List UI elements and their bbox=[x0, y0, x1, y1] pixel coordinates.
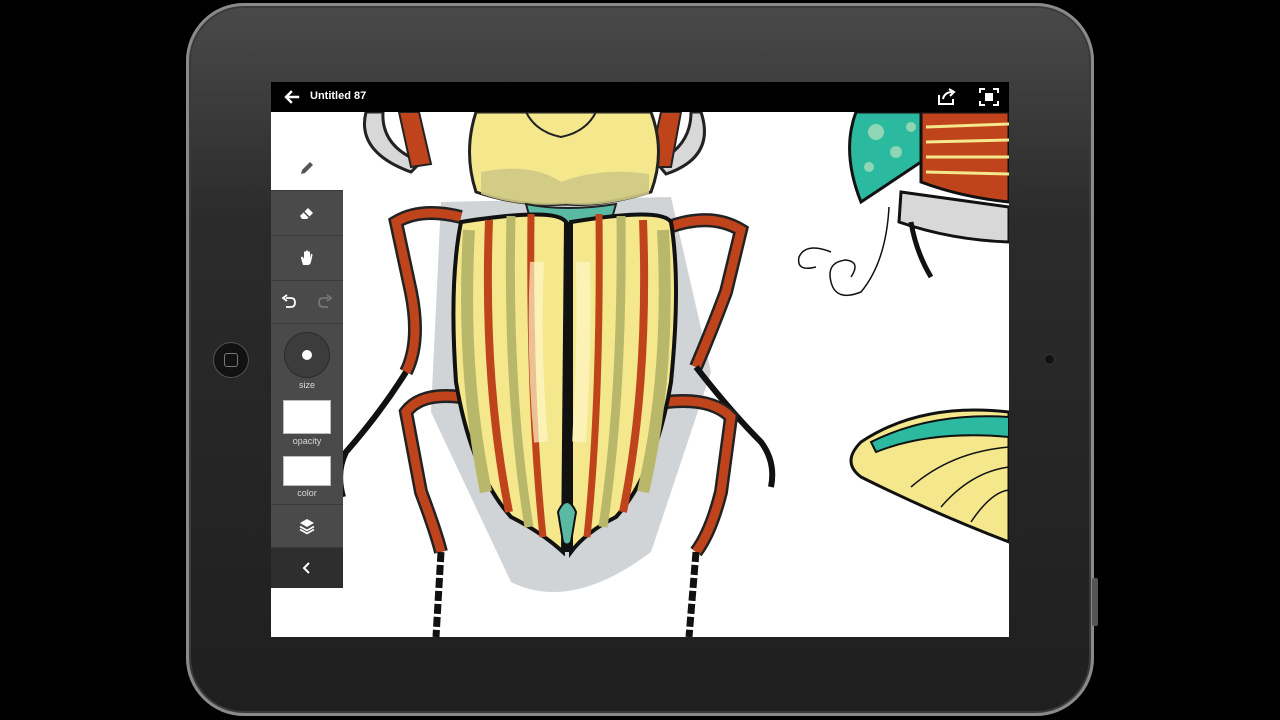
opacity-label: opacity bbox=[292, 436, 322, 446]
redo-button[interactable] bbox=[307, 281, 343, 323]
eraser-tool-button[interactable] bbox=[271, 190, 343, 235]
size-label: size bbox=[298, 380, 315, 390]
collapse-toolbar-button[interactable] bbox=[271, 547, 343, 588]
app-screen: Untitled 87 size opacity color bbox=[271, 82, 1009, 637]
side-button bbox=[1092, 578, 1098, 626]
fullscreen-icon[interactable] bbox=[979, 88, 999, 106]
color-control: color bbox=[271, 452, 343, 504]
top-bar: Untitled 87 bbox=[271, 82, 1009, 112]
undo-button[interactable] bbox=[271, 281, 307, 323]
camera-icon bbox=[1045, 355, 1054, 364]
size-control: size bbox=[271, 323, 343, 396]
hand-icon bbox=[301, 250, 313, 265]
hand-tool-button[interactable] bbox=[271, 235, 343, 280]
home-button[interactable] bbox=[213, 342, 249, 378]
pencil-icon bbox=[301, 162, 313, 174]
redo-icon bbox=[318, 294, 333, 308]
history-controls bbox=[271, 280, 343, 323]
pencil-tool-button[interactable] bbox=[271, 146, 343, 190]
color-swatch[interactable] bbox=[283, 456, 331, 486]
chevron-left-icon bbox=[302, 562, 310, 574]
color-label: color bbox=[297, 488, 317, 498]
tool-panel: size opacity color bbox=[271, 146, 343, 588]
size-dot-icon bbox=[302, 350, 312, 360]
document-title[interactable]: Untitled 87 bbox=[310, 90, 366, 102]
layers-button[interactable] bbox=[271, 504, 343, 547]
undo-icon bbox=[281, 294, 296, 308]
eraser-icon bbox=[300, 208, 313, 219]
share-icon[interactable] bbox=[937, 88, 957, 106]
drawing-canvas[interactable] bbox=[271, 112, 1009, 637]
back-arrow-icon[interactable] bbox=[283, 88, 301, 106]
brush-size-button[interactable] bbox=[284, 332, 330, 378]
opacity-control: opacity bbox=[271, 396, 343, 452]
opacity-swatch[interactable] bbox=[283, 400, 331, 434]
layers-icon bbox=[299, 519, 315, 535]
